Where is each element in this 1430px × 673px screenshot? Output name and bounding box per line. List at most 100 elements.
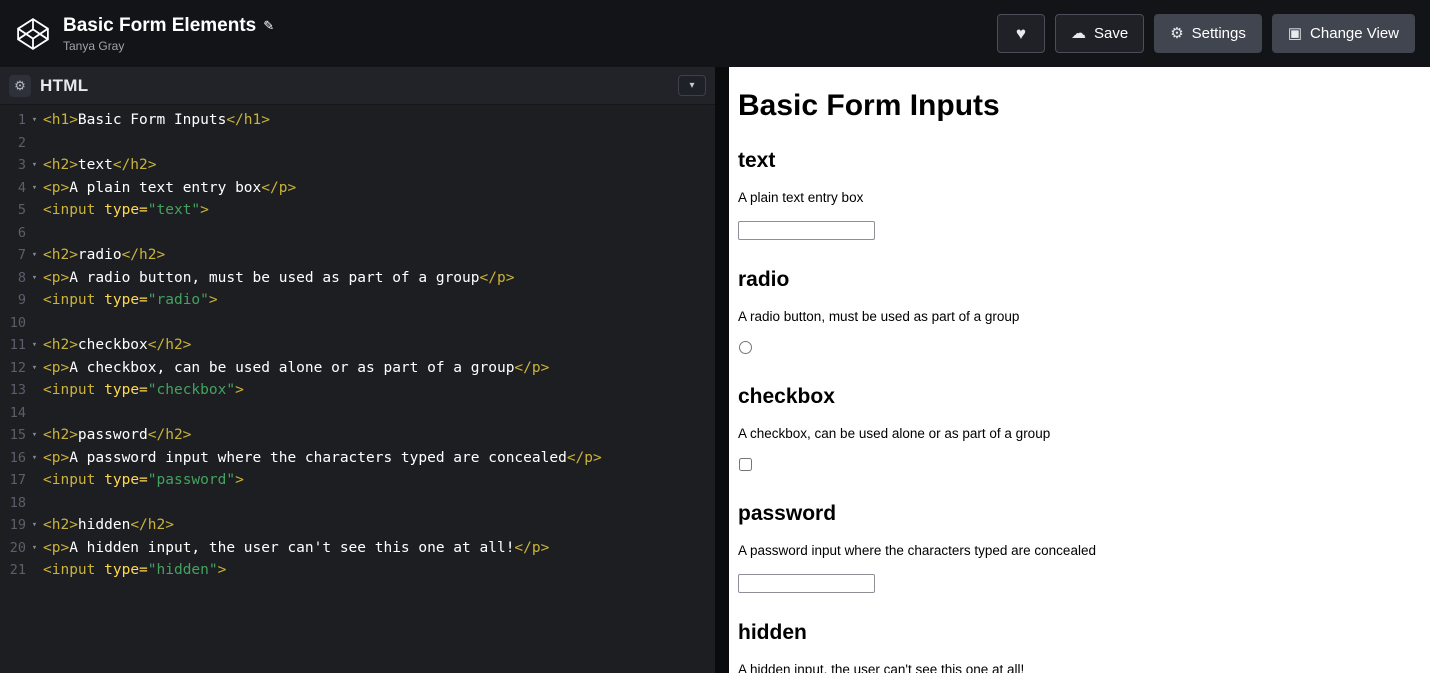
line-number: 8	[17, 269, 26, 286]
token-attr: type=	[104, 202, 148, 218]
code-line[interactable]: 13 <input type="checkbox">	[0, 379, 715, 402]
fold-arrow-icon[interactable]: ▾	[26, 154, 43, 177]
token-tag: >	[235, 382, 244, 398]
preview-sections: text A plain text entry box radio A radio b…	[738, 149, 1420, 673]
token-tag: </p>	[566, 449, 602, 466]
fold-arrow-icon[interactable]: ▾	[26, 177, 43, 200]
code-text: <h2>hidden</h2>	[43, 514, 174, 537]
token-tag: </p>	[514, 359, 550, 376]
code-line[interactable]: 20 ▾ <p>A hidden input, the user can't see…	[0, 537, 715, 560]
token-tag: </h2>	[130, 517, 174, 533]
cloud-icon: ☁	[1071, 25, 1086, 42]
settings-button[interactable]: ⚙ Settings	[1154, 14, 1262, 53]
line-number: 20	[9, 539, 26, 556]
code-line[interactable]: 5 <input type="text">	[0, 199, 715, 222]
token-attr: type=	[104, 472, 148, 488]
token-txt: radio	[77, 247, 122, 263]
preview-input-text[interactable]	[738, 221, 875, 240]
code-text: <input type="radio">	[43, 289, 218, 312]
code-line[interactable]: 19 ▾ <h2>hidden</h2>	[0, 514, 715, 537]
token-tag: </p>	[479, 269, 515, 286]
preview-heading-radio: radio	[738, 268, 790, 291]
gear-icon: ⚙	[1170, 25, 1184, 42]
preview-input-checkbox[interactable]	[739, 458, 752, 471]
change-view-button[interactable]: ▣ Change View	[1271, 14, 1415, 53]
preview-description: A hidden input, the user can't see this …	[738, 662, 1025, 673]
fold-arrow-icon[interactable]: ▾	[26, 334, 43, 357]
code-editor[interactable]: 1 ▾ <h1>Basic Form Inputs</h1> 2 3 ▾ <h2>text<…	[0, 105, 715, 673]
code-text: <h2>text</h2>	[43, 154, 157, 177]
fold-arrow-icon[interactable]: ▾	[26, 537, 43, 560]
line-number: 13	[9, 382, 26, 398]
preview-description: A checkbox, can be used alone or as part…	[738, 426, 1051, 441]
preview-title: Basic Form Inputs	[738, 89, 1000, 122]
line-number: 11	[9, 337, 26, 353]
code-line[interactable]: 6	[0, 222, 715, 245]
line-number: 1	[17, 112, 26, 128]
token-tag: >	[217, 562, 227, 578]
preview-input-password[interactable]	[738, 574, 875, 593]
token-tag: </h2>	[147, 337, 192, 353]
code-line[interactable]: 12 ▾ <p>A checkbox, can be used alone or a…	[0, 357, 715, 380]
code-line[interactable]: 2	[0, 132, 715, 155]
code-line[interactable]: 17 <input type="password">	[0, 469, 715, 492]
token-tag: <h2>	[43, 427, 78, 443]
token-txt: A radio button, must be used as part of …	[69, 269, 480, 286]
pane-splitter[interactable]	[715, 67, 729, 673]
code-line[interactable]: 8 ▾ <p>A radio button, must be used as par…	[0, 267, 715, 290]
code-line[interactable]: 4 ▾ <p>A plain text entry box</p>	[0, 177, 715, 200]
code-line[interactable]: 7 ▾ <h2>radio</h2>	[0, 244, 715, 267]
code-line[interactable]: 18	[0, 492, 715, 515]
token-txt: A plain text entry box	[69, 179, 262, 196]
preview-heading-password: password	[738, 502, 837, 525]
code-line[interactable]: 10	[0, 312, 715, 335]
token-txt: Basic Form Inputs	[77, 112, 227, 128]
code-line[interactable]: 9 <input type="radio">	[0, 289, 715, 312]
code-line[interactable]: 16 ▾ <p>A password input where the charact…	[0, 447, 715, 470]
token-tag: <input	[43, 202, 96, 218]
fold-arrow-icon[interactable]: ▾	[26, 244, 43, 267]
fold-arrow-icon[interactable]: ▾	[26, 109, 43, 132]
edit-pencil-icon[interactable]: ✎	[263, 18, 274, 34]
fold-arrow-icon[interactable]: ▾	[26, 357, 43, 380]
preview-input-radio[interactable]	[739, 341, 752, 354]
fold-arrow-icon[interactable]: ▾	[26, 514, 43, 537]
line-number: 19	[9, 517, 26, 533]
like-button[interactable]: ♥	[996, 14, 1045, 53]
code-text: <p>A hidden input, the user can't see th…	[43, 537, 549, 560]
save-button[interactable]: ☁ Save	[1055, 14, 1145, 53]
code-text: <input type="hidden">	[43, 559, 226, 582]
code-line[interactable]: 21 <input type="hidden">	[0, 559, 715, 582]
codepen-logo-icon[interactable]	[15, 16, 51, 52]
code-line[interactable]: 15 ▾ <h2>password</h2>	[0, 424, 715, 447]
code-line[interactable]: 3 ▾ <h2>text</h2>	[0, 154, 715, 177]
heart-icon: ♥	[1015, 24, 1026, 43]
token-tag: <h2>	[43, 517, 78, 533]
token-tag: </h2>	[147, 427, 192, 443]
token-tag: <input	[43, 472, 96, 488]
save-button-label: Save	[1094, 25, 1129, 42]
token-tag: <h2>	[43, 247, 78, 263]
fold-arrow-icon[interactable]: ▾	[26, 424, 43, 447]
panel-dropdown-button[interactable]: ▾	[678, 75, 706, 96]
code-line[interactable]: 11 ▾ <h2>checkbox</h2>	[0, 334, 715, 357]
token-tag: <h2>	[43, 337, 78, 353]
settings-button-label: Settings	[1191, 25, 1246, 42]
chevron-down-icon: ▾	[689, 80, 695, 91]
code-line[interactable]: 1 ▾ <h1>Basic Form Inputs</h1>	[0, 109, 715, 132]
token-attr: type=	[104, 562, 148, 578]
line-number: 12	[9, 359, 26, 376]
token-tag: <p>	[43, 179, 70, 196]
line-number: 14	[9, 404, 26, 421]
fold-arrow-icon[interactable]: ▾	[26, 447, 43, 470]
fold-arrow-icon[interactable]: ▾	[26, 267, 43, 290]
code-line[interactable]: 14	[0, 402, 715, 425]
editor-settings-button[interactable]: ⚙	[9, 74, 31, 97]
token-attr: type=	[104, 292, 148, 308]
code-lines: 1 ▾ <h1>Basic Form Inputs</h1> 2 3 ▾ <h2>text<…	[0, 109, 715, 582]
